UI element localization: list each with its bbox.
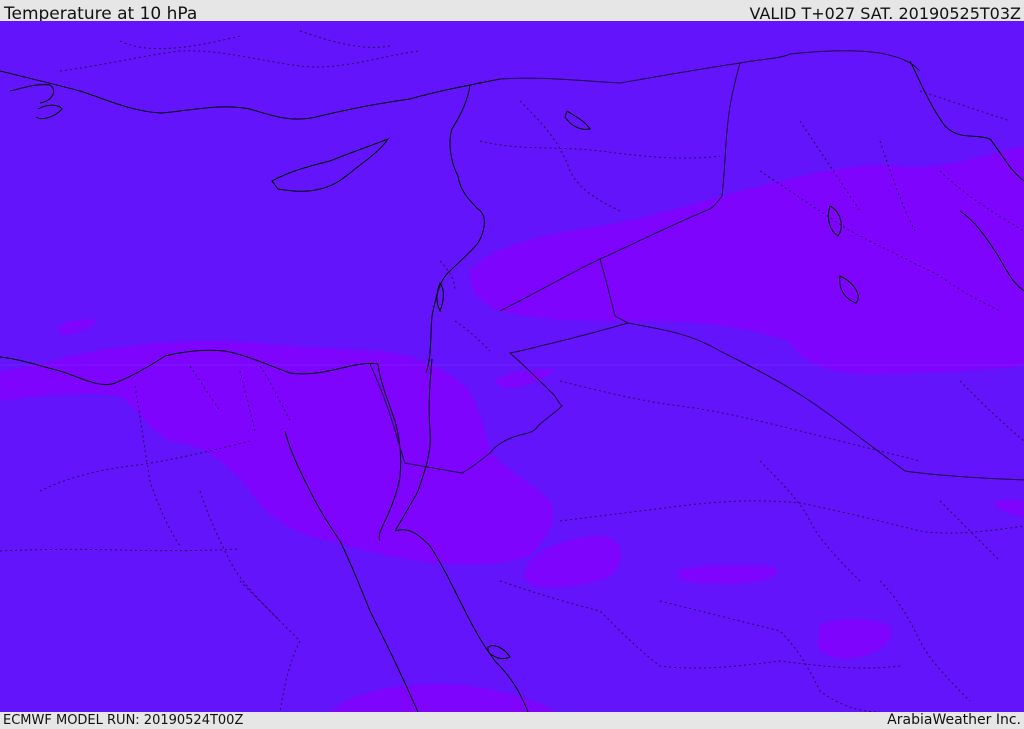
model-run-label: ECMWF MODEL RUN: 20190524T00Z (3, 713, 244, 728)
header-bar: Temperature at 10 hPa VALID T+027 SAT. 2… (0, 0, 1024, 24)
temperature-map[interactable] (0, 21, 1024, 712)
footer-bar: ECMWF MODEL RUN: 20190524T00Z ArabiaWeat… (0, 712, 1024, 729)
map-panel[interactable] (0, 21, 1024, 712)
credit-label: ArabiaWeather Inc. (887, 712, 1021, 728)
forecast-map-page: Temperature at 10 hPa VALID T+027 SAT. 2… (0, 0, 1024, 729)
